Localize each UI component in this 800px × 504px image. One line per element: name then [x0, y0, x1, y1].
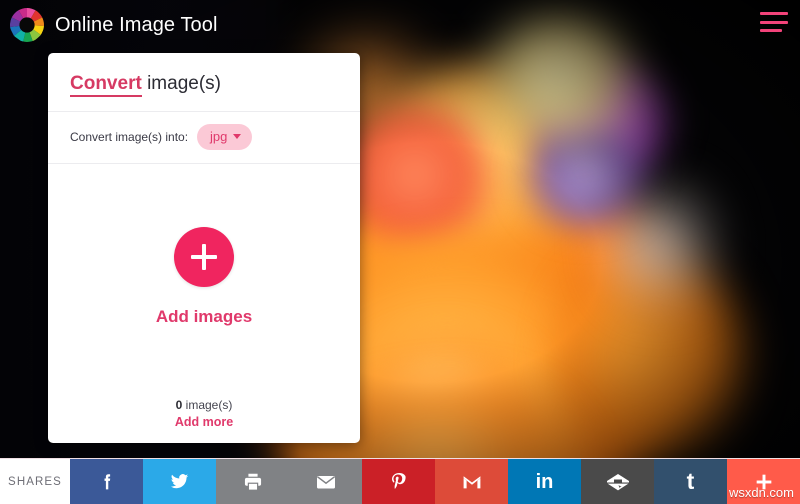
add-images-label[interactable]: Add images [156, 307, 252, 327]
image-count-text: image(s) [182, 398, 233, 412]
twitter-icon [168, 470, 191, 493]
chevron-down-icon [233, 134, 242, 139]
share-button-more[interactable] [727, 459, 800, 504]
convert-format-label: Convert image(s) into: [70, 130, 189, 144]
plus-icon [753, 471, 775, 493]
shares-label: SHARES [0, 459, 70, 504]
app-root: Online Image Tool Convert image(s) Conve… [0, 0, 800, 504]
page-title-rest: image(s) [141, 73, 221, 94]
share-button-print[interactable] [216, 459, 289, 504]
add-more-link[interactable]: Add more [48, 415, 360, 429]
share-button-flipboard[interactable] [581, 459, 654, 504]
card-footer: 0 image(s) Add more [48, 398, 360, 443]
share-button-twitter[interactable] [143, 459, 216, 504]
add-images-button[interactable] [174, 227, 234, 287]
tumblr-icon: t [686, 468, 695, 494]
facebook-icon [96, 471, 118, 493]
convert-card: Convert image(s) Convert image(s) into: … [48, 53, 360, 443]
site-header: Online Image Tool [0, 0, 800, 50]
linkedin-icon: in [535, 470, 554, 493]
flipboard-envelope-icon [605, 470, 631, 494]
share-button-pinterest[interactable] [362, 459, 435, 504]
envelope-icon [314, 470, 338, 494]
pinterest-icon [387, 470, 411, 494]
image-count: 0 image(s) [48, 398, 360, 412]
printer-icon [242, 471, 264, 493]
page-title-accent: Convert [70, 73, 142, 97]
share-button-gmail[interactable] [435, 459, 508, 504]
page-title: Convert image(s) [48, 53, 360, 112]
image-drop-area[interactable]: Add images [48, 164, 360, 398]
social-share-bar: SHARES in t [0, 458, 800, 504]
plus-icon [191, 244, 217, 270]
share-button-tumblr[interactable]: t [654, 459, 727, 504]
format-select-dropdown[interactable]: jpg [197, 124, 253, 150]
rainbow-aperture-logo-icon[interactable] [9, 7, 45, 43]
brand-title: Online Image Tool [55, 13, 218, 36]
format-select-value: jpg [210, 129, 228, 144]
gmail-icon [460, 470, 484, 494]
convert-format-row: Convert image(s) into: jpg [48, 112, 360, 164]
share-button-linkedin[interactable]: in [508, 459, 581, 504]
share-button-facebook[interactable] [70, 459, 143, 504]
hamburger-menu-icon[interactable] [760, 12, 788, 32]
share-button-email[interactable] [289, 459, 362, 504]
